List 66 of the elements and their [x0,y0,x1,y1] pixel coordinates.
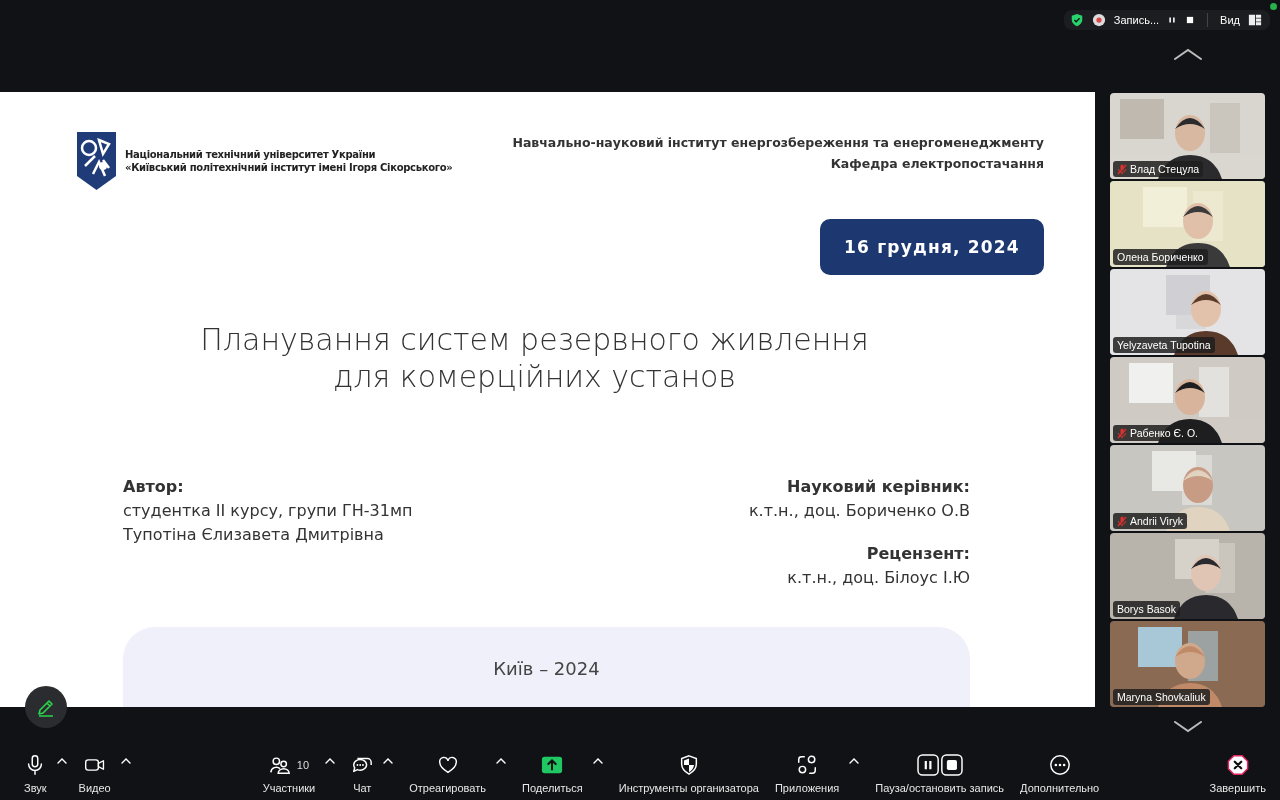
author-heading: Автор: [123,477,185,496]
caret-icon[interactable] [56,758,67,764]
caret-icon[interactable] [496,758,506,764]
video-tile[interactable]: Yelyzaveta Tupotina [1110,269,1265,355]
toolbar-button[interactable]: Отреагировать [403,748,492,798]
video-tile[interactable]: Borys Basok [1110,533,1265,619]
caret-icon[interactable] [120,758,131,764]
department-name: Кафедра електропостачання [830,156,1044,171]
caret-icon[interactable] [592,758,603,764]
toolbar-button[interactable]: Звук [18,748,53,798]
supervisor-heading: Науковий керівник: [787,477,970,496]
annotate-button[interactable] [25,686,67,728]
participants-icon [268,754,291,776]
city-year: Київ – 2024 [493,658,600,681]
end-icon [1226,754,1249,776]
view-label[interactable]: Вид [1220,14,1240,26]
video-tile[interactable]: Maryna Shovkaliuk [1110,621,1265,707]
more-icon [1048,754,1071,776]
toolbar-button[interactable]: 10 Участники [256,748,322,798]
toolbar-button[interactable]: Завершить [1203,748,1272,798]
video-tile[interactable]: Andrii Viryk [1110,445,1265,531]
supervisor-text: к.т.н., доц. Бориченко О.В [748,501,970,520]
institute-name: Навчально-науковий інститут енергозбереження та енергоменеджменту [512,135,1044,150]
heart-icon [436,754,459,776]
reviewer-text: к.т.н., доц. Білоус І.Ю [787,568,970,587]
author-text: Тупотіна Єлизавета Дмитрівна [123,525,385,544]
university-logo [75,130,118,192]
participant-name: Borys Basok [1117,603,1176,615]
status-dot [1270,3,1277,10]
date-badge: 16 грудня, 2024 [820,219,1044,275]
participant-name: Влад Стецула [1130,163,1200,175]
toolbar-button[interactable]: Инструменты организатора [612,748,765,798]
author-text: студентка II курсу, групи ГН-31мп [123,501,413,520]
chevron-up-icon[interactable] [1172,48,1203,60]
toolbar-button[interactable]: Дополнительно [1014,748,1106,798]
chevron-down-icon[interactable] [1172,721,1203,733]
participant-name: Олена Бориченко [1117,251,1204,263]
record-icon [1091,13,1106,27]
pencil-icon [36,697,56,717]
shield-check-icon [1069,13,1084,27]
video-tile[interactable]: Рабенко Є. О. [1110,357,1265,443]
apps-icon [796,754,819,776]
share-screen-icon [541,754,564,776]
participant-count: 10 [296,759,310,771]
university-name: Національний технічний університет України [125,149,377,160]
view-layout-icon[interactable] [1248,13,1262,27]
caret-icon[interactable] [849,758,860,764]
participant-name: Andrii Viryk [1130,515,1183,527]
slide-title: для комерційних установ [333,358,736,395]
university-name: «Київський політехнічний інститут імені Ігоря Сікорського» [125,162,453,173]
toolbar-button[interactable]: Поделиться [516,748,589,798]
toolbar-button[interactable]: Чат [345,748,380,798]
toolbar-button[interactable]: Приложения [768,748,846,798]
slide-title: Планування систем резервного живлення [200,321,869,358]
toolbar-button[interactable]: Пауза/остановить запись [869,748,1011,798]
video-tile[interactable]: Влад Стецула [1110,93,1265,179]
reviewer-heading: Рецензент: [866,544,970,563]
caret-icon[interactable] [383,758,394,764]
pause-stop-icon [916,754,963,776]
toolbar-button[interactable]: Видео [72,748,117,798]
participant-name: Maryna Shovkaliuk [1117,691,1206,703]
participant-name: Yelyzaveta Tupotina [1117,339,1211,351]
caret-icon[interactable] [325,758,336,764]
recording-label: Запись... [1113,14,1160,26]
participant-name: Рабенко Є. О. [1130,427,1198,439]
video-tile[interactable]: Олена Бориченко [1110,181,1265,267]
